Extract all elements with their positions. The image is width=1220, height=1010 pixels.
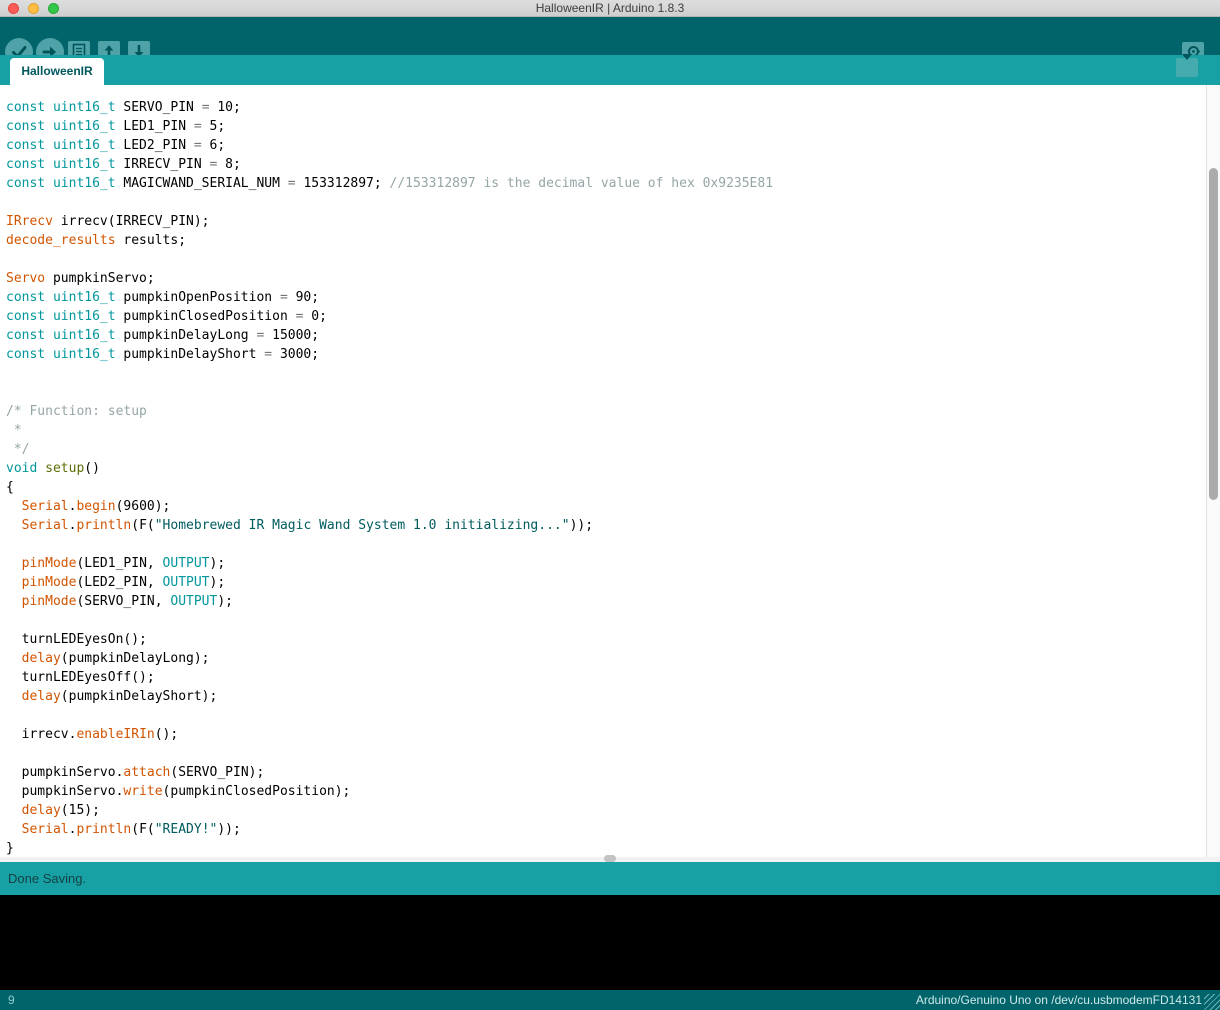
code-line: const uint16_t pumpkinDelayLong = 15000; xyxy=(6,326,1206,345)
code-line: const uint16_t IRRECV_PIN = 8; xyxy=(6,155,1206,174)
code-line: delay(15); xyxy=(6,801,1206,820)
console-output xyxy=(0,895,1220,990)
tab-bar: HalloweenIR xyxy=(0,55,1220,85)
code-line: Serial.begin(9600); xyxy=(6,497,1206,516)
tab-list-dropdown-button[interactable] xyxy=(1176,58,1198,77)
code-line xyxy=(6,250,1206,269)
tab-halloweenir[interactable]: HalloweenIR xyxy=(10,58,104,85)
footer-bar: 9 Arduino/Genuino Uno on /dev/cu.usbmode… xyxy=(0,990,1220,1010)
vertical-scrollbar-thumb[interactable] xyxy=(1209,168,1218,500)
code-line: pinMode(LED2_PIN, OUTPUT); xyxy=(6,573,1206,592)
code-line: pumpkinServo.attach(SERVO_PIN); xyxy=(6,763,1206,782)
code-line: const uint16_t LED2_PIN = 6; xyxy=(6,136,1206,155)
code-line: pinMode(LED1_PIN, OUTPUT); xyxy=(6,554,1206,573)
code-line: */ xyxy=(6,440,1206,459)
code-line: pinMode(SERVO_PIN, OUTPUT); xyxy=(6,592,1206,611)
code-line: { xyxy=(6,478,1206,497)
code-line: turnLEDEyesOn(); xyxy=(6,630,1206,649)
code-line: /* Function: setup xyxy=(6,402,1206,421)
code-line: const uint16_t LED1_PIN = 5; xyxy=(6,117,1206,136)
code-line xyxy=(6,744,1206,763)
code-line: decode_results results; xyxy=(6,231,1206,250)
status-message: Done Saving. xyxy=(8,871,86,886)
code-line xyxy=(6,383,1206,402)
code-line: turnLEDEyesOff(); xyxy=(6,668,1206,687)
code-line: Servo pumpkinServo; xyxy=(6,269,1206,288)
code-line: const uint16_t SERVO_PIN = 10; xyxy=(6,98,1206,117)
code-line: void setup() xyxy=(6,459,1206,478)
window-title: HalloweenIR | Arduino 1.8.3 xyxy=(0,1,1220,15)
title-bar: HalloweenIR | Arduino 1.8.3 xyxy=(0,0,1220,17)
code-line xyxy=(6,193,1206,212)
board-port-info: Arduino/Genuino Uno on /dev/cu.usbmodemF… xyxy=(916,993,1202,1007)
resize-grip[interactable] xyxy=(1204,994,1220,1010)
current-line-number: 9 xyxy=(8,993,15,1007)
horizontal-scrollbar-thumb[interactable] xyxy=(604,855,616,862)
code-line: const uint16_t pumpkinClosedPosition = 0… xyxy=(6,307,1206,326)
chevron-down-icon xyxy=(1182,54,1192,75)
code-line xyxy=(6,535,1206,554)
code-line: const uint16_t MAGICWAND_SERIAL_NUM = 15… xyxy=(6,174,1206,193)
code-line: delay(pumpkinDelayLong); xyxy=(6,649,1206,668)
code-line: Serial.println(F("Homebrewed IR Magic Wa… xyxy=(6,516,1206,535)
code-line: Serial.println(F("READY!")); xyxy=(6,820,1206,839)
vertical-scrollbar[interactable] xyxy=(1206,85,1220,857)
code-line xyxy=(6,706,1206,725)
code-line: * xyxy=(6,421,1206,440)
code-line: IRrecv irrecv(IRRECV_PIN); xyxy=(6,212,1206,231)
code-line xyxy=(6,364,1206,383)
code-area: const uint16_t SERVO_PIN = 10;const uint… xyxy=(0,85,1206,857)
code-line: const uint16_t pumpkinOpenPosition = 90; xyxy=(6,288,1206,307)
code-editor[interactable]: const uint16_t SERVO_PIN = 10;const uint… xyxy=(0,85,1206,857)
code-line xyxy=(6,611,1206,630)
code-line: pumpkinServo.write(pumpkinClosedPosition… xyxy=(6,782,1206,801)
code-line: delay(pumpkinDelayShort); xyxy=(6,687,1206,706)
code-line: irrecv.enableIRIn(); xyxy=(6,725,1206,744)
code-line: const uint16_t pumpkinDelayShort = 3000; xyxy=(6,345,1206,364)
status-bar: Done Saving. xyxy=(0,862,1220,895)
toolbar xyxy=(0,17,1220,55)
